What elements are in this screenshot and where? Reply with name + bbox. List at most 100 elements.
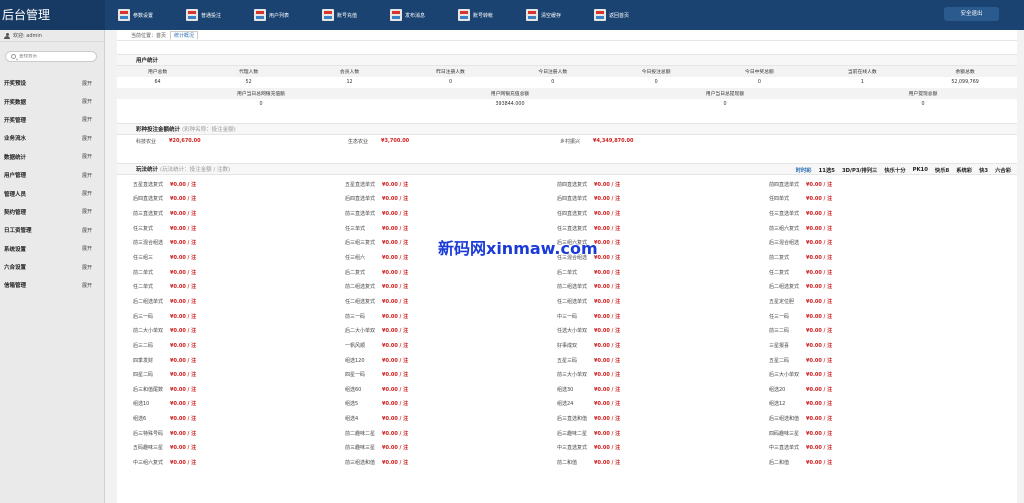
play-name: 后三和值尾数 (133, 386, 164, 393)
lottery-value: ¥20,670.00 (169, 138, 201, 144)
play-cell: 前二大小单双 ¥0.00 / 注 (117, 327, 329, 334)
user-stats-header-row-cell: 会员人数 (339, 70, 360, 75)
topnav-item-2[interactable]: 用户列表 (254, 0, 322, 30)
tab-play-0[interactable]: 时时彩 (796, 166, 812, 174)
tab-play-5[interactable]: 快乐8 (935, 166, 949, 174)
sidebar-item-6[interactable]: 管理人员 展开 (0, 184, 104, 202)
sidebar-item-2[interactable]: 开奖管理 展开 (0, 111, 104, 129)
play-name: 任二组选单式 (557, 298, 588, 305)
tab-play-6[interactable]: 系统彩 (956, 166, 972, 174)
expand-link[interactable]: 展开 (82, 135, 92, 142)
sidebar-item-label: 用户管理 (4, 173, 27, 180)
tab-play-7[interactable]: 快3 (979, 166, 988, 174)
play-cell: 前二单式 ¥0.00 / 注 (117, 269, 329, 276)
sidebar-item-4[interactable]: 数据统计 展开 (0, 148, 104, 166)
play-value: ¥0.00 / 注 (170, 401, 197, 408)
play-value: ¥0.00 / 注 (806, 357, 833, 364)
play-stats-title-text: 玩法统计 (136, 167, 159, 173)
play-value: ¥0.00 / 注 (806, 401, 833, 408)
play-value: ¥0.00 / 注 (806, 386, 833, 393)
sidebar-item-8[interactable]: 日工资管理 展开 (0, 221, 104, 239)
play-cell: 任选大小单双 ¥0.00 / 注 (541, 327, 753, 334)
play-name: 任三一码 (769, 313, 790, 320)
search-icon (11, 54, 16, 59)
play-cell: 组选24 ¥0.00 / 注 (541, 400, 753, 407)
expand-link[interactable]: 展开 (82, 190, 92, 197)
user-stats-title: 用户统计 (117, 54, 1017, 66)
topnav-item-3[interactable]: 账号充值 (322, 0, 390, 30)
user-stats-header-row-2-cell: 用户当日总提现额 (705, 92, 745, 97)
sidebar-item-10[interactable]: 六合设置 展开 (0, 258, 104, 276)
topnav-item-5[interactable]: 账号转帐 (458, 0, 526, 30)
play-cell: 前三组选和值 ¥0.00 / 注 (329, 459, 541, 466)
table-row: 任二单式 ¥0.00 / 注前二组选复式 ¥0.00 / 注前二组选单式 ¥0.00 … (117, 279, 1017, 294)
play-name: 中三直选单式 (769, 445, 800, 452)
play-cell: 组选60 ¥0.00 / 注 (329, 386, 541, 393)
expand-link[interactable]: 展开 (82, 80, 92, 87)
play-name: 后二大小单双 (345, 328, 376, 335)
topnav-item-6[interactable]: 清空缓存 (526, 0, 594, 30)
topnav-item-7[interactable]: 返回首页 (594, 0, 662, 30)
play-cell: 五星直选单式 ¥0.00 / 注 (329, 181, 541, 188)
play-name: 三星报喜 (769, 342, 790, 349)
lottery-item-1: 生态农业 ¥3,700.00 (329, 138, 541, 145)
play-value: ¥0.00 / 注 (170, 357, 197, 364)
play-cell: 后三组选和值 ¥0.00 / 注 (753, 415, 965, 422)
expand-link[interactable]: 展开 (82, 282, 92, 289)
play-cell: 组选10 ¥0.00 / 注 (117, 400, 329, 407)
play-cell: 任二组选复式 ¥0.00 / 注 (329, 298, 541, 305)
main-content: 当前位置：首页 统计概况 用户统计 用户总数 代理人数 会员人数 昨日注册人数 今日注册… (117, 30, 1017, 503)
tab-play-2[interactable]: 3D/P3/排列三 (842, 166, 877, 174)
play-value: ¥0.00 / 注 (594, 255, 621, 262)
tab-play-4[interactable]: PK10 (913, 167, 928, 173)
play-cell: 后二复式 ¥0.00 / 注 (329, 269, 541, 276)
sidebar-item-9[interactable]: 系统设置 展开 (0, 240, 104, 258)
expand-link[interactable]: 展开 (82, 264, 92, 271)
sidebar-item-11[interactable]: 信箱管理 展开 (0, 276, 104, 294)
sidebar-item-5[interactable]: 用户管理 展开 (0, 166, 104, 184)
play-value: ¥0.00 / 注 (382, 240, 409, 247)
expand-link[interactable]: 展开 (82, 208, 92, 215)
logout-button[interactable]: 安全退出 (944, 7, 999, 21)
topnav-label: 普通投注 (201, 12, 222, 19)
play-stats-subtitle: (玩法统计：投注金额 / 注数) (160, 167, 231, 173)
user-icon (4, 32, 10, 39)
play-value: ¥0.00 / 注 (382, 313, 409, 320)
play-value: ¥0.00 / 注 (594, 211, 621, 218)
topnav-item-1[interactable]: 普通投注 (186, 0, 254, 30)
user-stats-value-row-2-cell: 0 (259, 102, 263, 107)
tab-play-8[interactable]: 六合彩 (995, 166, 1011, 174)
play-name: 后四直选单式 (557, 196, 588, 203)
search-input[interactable] (19, 54, 89, 59)
play-value: ¥0.00 / 注 (382, 372, 409, 379)
expand-link[interactable]: 展开 (82, 98, 92, 105)
table-row: 五码趣味三星 ¥0.00 / 注前三趣味三星 ¥0.00 / 注中三直选复式 ¥0.0… (117, 441, 1017, 456)
expand-link[interactable]: 展开 (82, 172, 92, 179)
play-name: 五星直选单式 (345, 181, 376, 188)
sidebar-item-7[interactable]: 契约管理 展开 (0, 203, 104, 221)
search-box[interactable] (5, 51, 97, 62)
expand-link[interactable]: 展开 (82, 245, 92, 252)
play-value: ¥0.00 / 注 (170, 298, 197, 305)
sidebar-item-3[interactable]: 业务流水 展开 (0, 129, 104, 147)
user-stats-header-row: 用户总数 代理人数 会员人数 昨日注册人数 今日注册人数 今日投注总额 今日中奖总额 当前在线… (117, 66, 1017, 77)
lottery-name: 乡村振兴 (560, 139, 581, 145)
sidebar-item-0[interactable]: 开奖预设 展开 (0, 74, 104, 92)
tab-play-3[interactable]: 快乐十分 (884, 166, 905, 174)
expand-link[interactable]: 展开 (82, 227, 92, 234)
tab-play-1[interactable]: 11选5 (819, 166, 835, 174)
user-stats-value-row-cell: 0 (448, 80, 452, 85)
expand-link[interactable]: 展开 (82, 153, 92, 160)
topnav-item-4[interactable]: 发布消息 (390, 0, 458, 30)
expand-link[interactable]: 展开 (82, 116, 92, 123)
sidebar-item-1[interactable]: 开奖数据 展开 (0, 92, 104, 110)
tab-overview[interactable]: 统计概况 (170, 30, 199, 40)
play-value: ¥0.00 / 注 (806, 416, 833, 423)
play-name: 组选30 (557, 386, 574, 393)
play-cell: 好事成双 ¥0.00 / 注 (541, 342, 753, 349)
table-row: 五星直选复式 ¥0.00 / 注五星直选单式 ¥0.00 / 注前四直选复式 ¥0.0… (117, 177, 1017, 192)
play-value: ¥0.00 / 注 (170, 459, 197, 466)
topnav-label: 用户列表 (269, 12, 290, 19)
play-stats-grid: 五星直选复式 ¥0.00 / 注 五星直选单式 ¥0.00 / 注 前四直选复式 ¥0.0… (117, 175, 1017, 470)
topnav-item-0[interactable]: 参数设置 (118, 0, 186, 30)
